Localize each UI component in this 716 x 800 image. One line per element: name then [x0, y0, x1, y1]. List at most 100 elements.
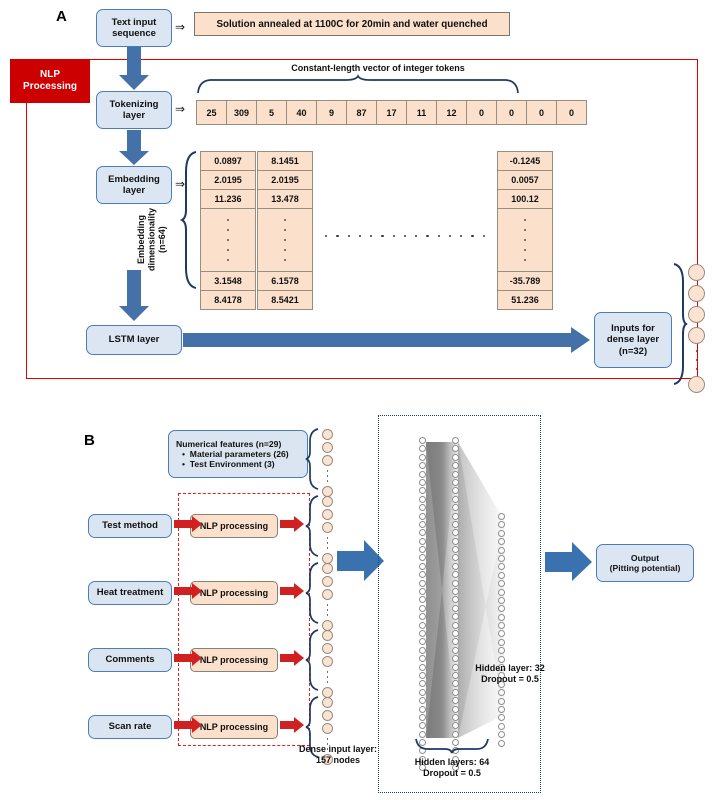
node-ellipsis — [322, 466, 333, 486]
nn-node-circle — [419, 596, 426, 604]
dot — [326, 604, 329, 606]
nn-node-circle — [452, 646, 459, 654]
nn-node-circle — [452, 520, 459, 528]
embedding-dimensionality-label: Embedding dimensionality (n=64) — [136, 208, 168, 272]
nn-node-circle — [498, 622, 505, 630]
nn-node-circle — [452, 470, 459, 478]
nn-node-circle — [419, 604, 426, 612]
embedding-column-last: -0.1245 0.0057 100.12 -35.789 51.236 — [497, 151, 553, 310]
nn-node-circle — [498, 647, 505, 655]
nn-node-circle — [419, 730, 426, 738]
nn-node-circle — [452, 613, 459, 621]
dot — [326, 738, 329, 740]
embedding-cell: 2.0195 — [200, 170, 256, 190]
dot — [284, 239, 286, 241]
panel-a-output-brace-icon — [673, 263, 688, 385]
nn-node-circle — [419, 445, 426, 453]
nn-node-circle — [419, 437, 426, 444]
nn-node-circle — [452, 705, 459, 713]
dot — [326, 480, 329, 482]
nn-node-circle — [419, 512, 426, 520]
dot — [284, 259, 286, 261]
embedding-cell: 11.236 — [200, 189, 256, 209]
embedding-layer-box[interactable]: Embedding layer — [96, 166, 172, 204]
nn-node-circle — [498, 546, 505, 554]
node-ellipsis — [322, 533, 333, 553]
nn-node-circle — [419, 554, 426, 562]
inputs-for-dense-layer-label: Inputs for dense layer (n=32) — [606, 323, 660, 357]
dot — [326, 609, 329, 611]
dot — [695, 368, 698, 370]
token-cell: 0 — [496, 100, 527, 125]
nn-node-circle — [498, 580, 505, 588]
embedding-cell: 2.0195 — [257, 170, 313, 190]
lstm-layer-box[interactable]: LSTM layer — [86, 325, 182, 355]
nn-node-circle — [419, 646, 426, 654]
arrow-right-red-icons — [174, 516, 304, 733]
panel-a-letter: A — [56, 8, 67, 25]
nn-node-circle — [498, 705, 505, 713]
nn-node-circle — [452, 562, 459, 570]
hidden-layers-64-caption: Hidden layers: 64 Dropout = 0.5 — [414, 757, 490, 778]
embedding-cell-ellipsis — [497, 208, 553, 272]
embedding-cell: 13.478 — [257, 189, 313, 209]
token-cell: 0 — [466, 100, 497, 125]
dot — [326, 542, 329, 544]
tokenizing-layer-box[interactable]: Tokenizing layer — [96, 91, 172, 129]
nn-node-circle — [419, 663, 426, 671]
nn-node-circle — [498, 554, 505, 562]
token-cell: 0 — [526, 100, 557, 125]
dot — [471, 235, 474, 238]
token-cell: 17 — [376, 100, 407, 125]
nn-node-circle — [452, 730, 459, 738]
dense-input-node-group-1 — [322, 429, 333, 497]
embedding-columns-ellipsis — [325, 235, 485, 238]
dot — [448, 235, 452, 238]
dot — [227, 239, 229, 241]
dot — [392, 235, 395, 238]
token-cell: 11 — [406, 100, 437, 125]
nn-node-circle — [419, 621, 426, 629]
nn-node-circle — [452, 722, 459, 730]
hidden-layer-3-nodes — [498, 513, 505, 748]
nn-node-circle — [498, 689, 505, 697]
node-ellipsis — [688, 344, 705, 376]
embedding-column-2: 8.1451 2.0195 13.478 6.1578 8.5421 — [257, 151, 313, 310]
dot — [347, 235, 350, 238]
dense-input-node-group-2 — [322, 496, 333, 564]
nn-node-circle — [419, 688, 426, 696]
dot — [415, 235, 418, 238]
node-circle — [322, 723, 333, 734]
nn-node-circle — [419, 470, 426, 478]
dot — [326, 676, 329, 678]
nn-node-circle — [419, 462, 426, 470]
dot — [326, 470, 329, 472]
embedding-cell: -0.1245 — [497, 151, 553, 171]
dot — [326, 681, 329, 683]
nn-node-circle — [498, 630, 505, 638]
dot — [227, 229, 229, 231]
output-box[interactable]: Output (Pitting potential) — [596, 544, 694, 582]
text-input-sequence-box[interactable]: Text input sequence — [96, 9, 172, 47]
panel-a-output-nodes — [688, 264, 705, 393]
node-circle — [322, 455, 333, 466]
inputs-for-dense-layer-box[interactable]: Inputs for dense layer (n=32) — [594, 312, 672, 368]
nn-node-circle — [452, 663, 459, 671]
dot — [695, 350, 698, 352]
dot — [695, 359, 698, 361]
nn-node-circle — [419, 529, 426, 537]
output-box-label: Output (Pitting potential) — [609, 552, 681, 573]
nn-node-circle — [419, 629, 426, 637]
embedding-cell: 8.4178 — [200, 290, 256, 310]
nn-node-circle — [498, 529, 505, 537]
nn-node-circle — [498, 588, 505, 596]
dot — [325, 235, 328, 238]
nn-node-circle — [419, 680, 426, 688]
nn-node-circle — [452, 504, 459, 512]
node-circle — [322, 496, 333, 507]
nn-node-circle — [452, 487, 459, 495]
dense-input-node-group-4 — [322, 630, 333, 698]
token-cell: 87 — [346, 100, 377, 125]
nn-node-circle — [419, 478, 426, 486]
hidden-layer-32-caption: Hidden layer: 32 Dropout = 0.5 — [475, 663, 545, 684]
